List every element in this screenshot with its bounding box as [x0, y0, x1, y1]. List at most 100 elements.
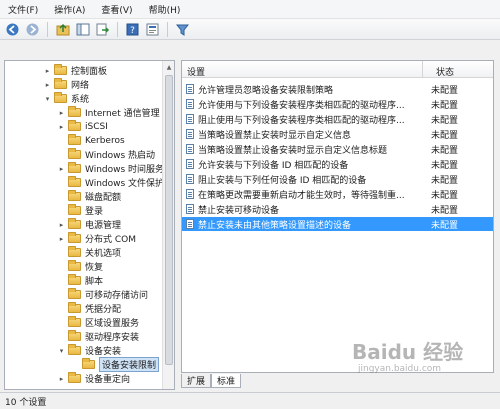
policy-status: 未配置 [431, 131, 459, 141]
watermark-url: jingyan.baidu.com [358, 364, 442, 374]
status-text: 10 个设置 [5, 397, 47, 408]
policy-setting-icon [186, 159, 194, 169]
policy-status: 未配置 [431, 191, 459, 201]
tree-item-label: iSCSI [85, 121, 108, 132]
settings-list[interactable]: 设置 状态 允许管理员忽略设备安装限制策略 未配置 允许使用与下列设备安装程序类相匹… [181, 60, 494, 373]
tree-item[interactable]: ▸ Windows 时间服务 [57, 162, 164, 175]
tree-item[interactable]: ▸ Internet 通信管理 [57, 106, 160, 119]
tab-standard[interactable]: 标准 [211, 374, 242, 388]
folder-icon [82, 358, 95, 369]
policy-setting-icon [186, 144, 194, 154]
policy-row[interactable]: 阻止安装与下列任何设备 ID 相匹配的设备 未配置 [182, 172, 493, 186]
menu-action[interactable]: 操作(A) [52, 2, 87, 17]
tree-item[interactable]: ▸ 电源管理 [57, 218, 121, 231]
policy-name: 阻止使用与下列设备安装程序类相匹配的驱动程序... [198, 116, 405, 126]
back-arrow-icon[interactable] [4, 21, 21, 38]
tree-item-label: 恢复 [85, 263, 104, 273]
folder-icon [68, 330, 81, 341]
folder-icon [68, 260, 81, 271]
tree-item[interactable]: ▾ 设备安装 [57, 344, 121, 357]
view-tabs: 扩展 标准 [181, 374, 242, 389]
navigation-tree[interactable]: ▸ 控制面板 ▸ 网络 ▾ 系统 ▸ Internet 通信管理 ▸ iSCSI Kerberos W… [4, 60, 175, 390]
tab-extended[interactable]: 扩展 [181, 374, 212, 388]
collapse-arrow-icon[interactable]: ▾ [43, 95, 52, 103]
policy-row[interactable]: 当策略设置禁止设备安装时显示自定义信息标题 未配置 [182, 142, 493, 156]
tree-scrollbar[interactable]: ▲ [162, 61, 174, 389]
tree-item-label: 网络 [71, 81, 90, 91]
up-folder-icon[interactable] [54, 21, 71, 38]
folder-icon [68, 302, 81, 313]
menu-help[interactable]: 帮助(H) [147, 2, 183, 17]
expand-arrow-icon[interactable]: ▸ [57, 235, 66, 243]
collapse-arrow-icon[interactable]: ▾ [57, 347, 66, 355]
policy-setting-icon [186, 204, 194, 214]
watermark-logo: Baidu 经验 [352, 340, 464, 364]
tree-item[interactable]: Windows 文件保护 [57, 176, 164, 189]
policy-row[interactable]: 允许管理员忽略设备安装限制策略 未配置 [182, 82, 493, 96]
column-divider[interactable] [422, 61, 423, 78]
policy-setting-icon [186, 84, 194, 94]
policy-setting-icon [186, 189, 194, 199]
tree-item[interactable]: 脚本 [57, 274, 103, 287]
tree-item[interactable]: 可移动存储访问 [57, 288, 148, 301]
tree-item[interactable]: 恢复 [57, 260, 103, 273]
policy-row[interactable]: 允许使用与下列设备安装程序类相匹配的驱动程序... 未配置 [182, 97, 493, 111]
filter-icon[interactable] [174, 21, 191, 38]
policy-row[interactable]: 禁止安装未由其他策略设置描述的设备 未配置 [182, 217, 493, 231]
scroll-up-icon[interactable]: ▲ [163, 61, 174, 73]
tree-item-label: 驱动程序安装 [85, 333, 140, 343]
menu-file[interactable]: 文件(F) [6, 2, 40, 17]
tree-item-label: 脚本 [85, 277, 104, 287]
policy-status: 未配置 [431, 101, 459, 111]
expand-arrow-icon[interactable]: ▸ [57, 375, 66, 383]
policy-row[interactable]: 当策略设置禁止安装时显示自定义信息 未配置 [182, 127, 493, 141]
tree-item[interactable]: 驱动程序安装 [57, 330, 139, 343]
policy-status: 未配置 [431, 161, 459, 171]
policy-row[interactable]: 禁止安装可移动设备 未配置 [182, 202, 493, 216]
expand-arrow-icon[interactable]: ▸ [43, 81, 52, 89]
menu-view[interactable]: 查看(V) [99, 2, 134, 17]
folder-icon [68, 344, 81, 355]
tree-item-label: Windows 热启动 [85, 151, 156, 161]
policy-name: 允许安装与下列设备 ID 相匹配的设备 [198, 161, 349, 171]
policy-row[interactable]: 在策略更改需要重新启动才能生效时，等待强制重... 未配置 [182, 187, 493, 201]
tree-item-label: Windows 文件保护 [85, 179, 165, 189]
help-icon[interactable]: ? [124, 21, 141, 38]
tree-item[interactable]: 凭据分配 [57, 302, 121, 315]
folder-icon [68, 246, 81, 257]
export-icon[interactable] [94, 21, 111, 38]
expand-arrow-icon[interactable]: ▸ [57, 165, 66, 173]
expand-arrow-icon[interactable]: ▸ [57, 221, 66, 229]
policy-name: 禁止安装未由其他策略设置描述的设备 [198, 221, 352, 231]
tree-item[interactable]: ▸ 网络 [43, 78, 89, 91]
tree-item[interactable]: 设备安装限制 [71, 357, 160, 372]
tree-item[interactable]: 磁盘配额 [57, 190, 121, 203]
folder-icon [68, 204, 81, 215]
forward-arrow-icon[interactable] [24, 21, 41, 38]
tree-item[interactable]: 关机选项 [57, 246, 121, 259]
policy-name: 当策略设置禁止设备安装时显示自定义信息标题 [198, 146, 388, 156]
tree-item[interactable]: ▸ 设备重定向 [57, 372, 130, 385]
tree-item[interactable]: ▸ iSCSI [57, 120, 108, 133]
tree-item[interactable]: Windows 热启动 [57, 148, 155, 161]
show-tree-icon[interactable] [74, 21, 91, 38]
expand-arrow-icon[interactable]: ▸ [57, 109, 66, 117]
tree-item[interactable]: ▸ 分布式 COM [57, 232, 136, 245]
policy-name: 禁止安装可移动设备 [198, 206, 280, 216]
tree-item[interactable]: ▾ 系统 [43, 92, 89, 105]
scroll-thumb[interactable] [165, 75, 173, 365]
policy-row[interactable]: 阻止使用与下列设备安装程序类相匹配的驱动程序... 未配置 [182, 112, 493, 126]
tree-item[interactable]: Kerberos [57, 134, 125, 147]
column-header-status[interactable]: 状态 [436, 65, 454, 78]
expand-arrow-icon[interactable]: ▸ [43, 67, 52, 75]
policy-status: 未配置 [431, 176, 459, 186]
folder-icon [68, 106, 81, 117]
policy-row[interactable]: 允许安装与下列设备 ID 相匹配的设备 未配置 [182, 157, 493, 171]
tree-item[interactable]: ▸ 控制面板 [43, 64, 107, 77]
tree-item[interactable]: 登录 [57, 204, 103, 217]
column-header-setting[interactable]: 设置 [187, 65, 205, 78]
folder-icon [54, 92, 67, 103]
properties-icon[interactable] [144, 21, 161, 38]
expand-arrow-icon[interactable]: ▸ [57, 123, 66, 131]
tree-item[interactable]: 区域设置服务 [57, 316, 139, 329]
